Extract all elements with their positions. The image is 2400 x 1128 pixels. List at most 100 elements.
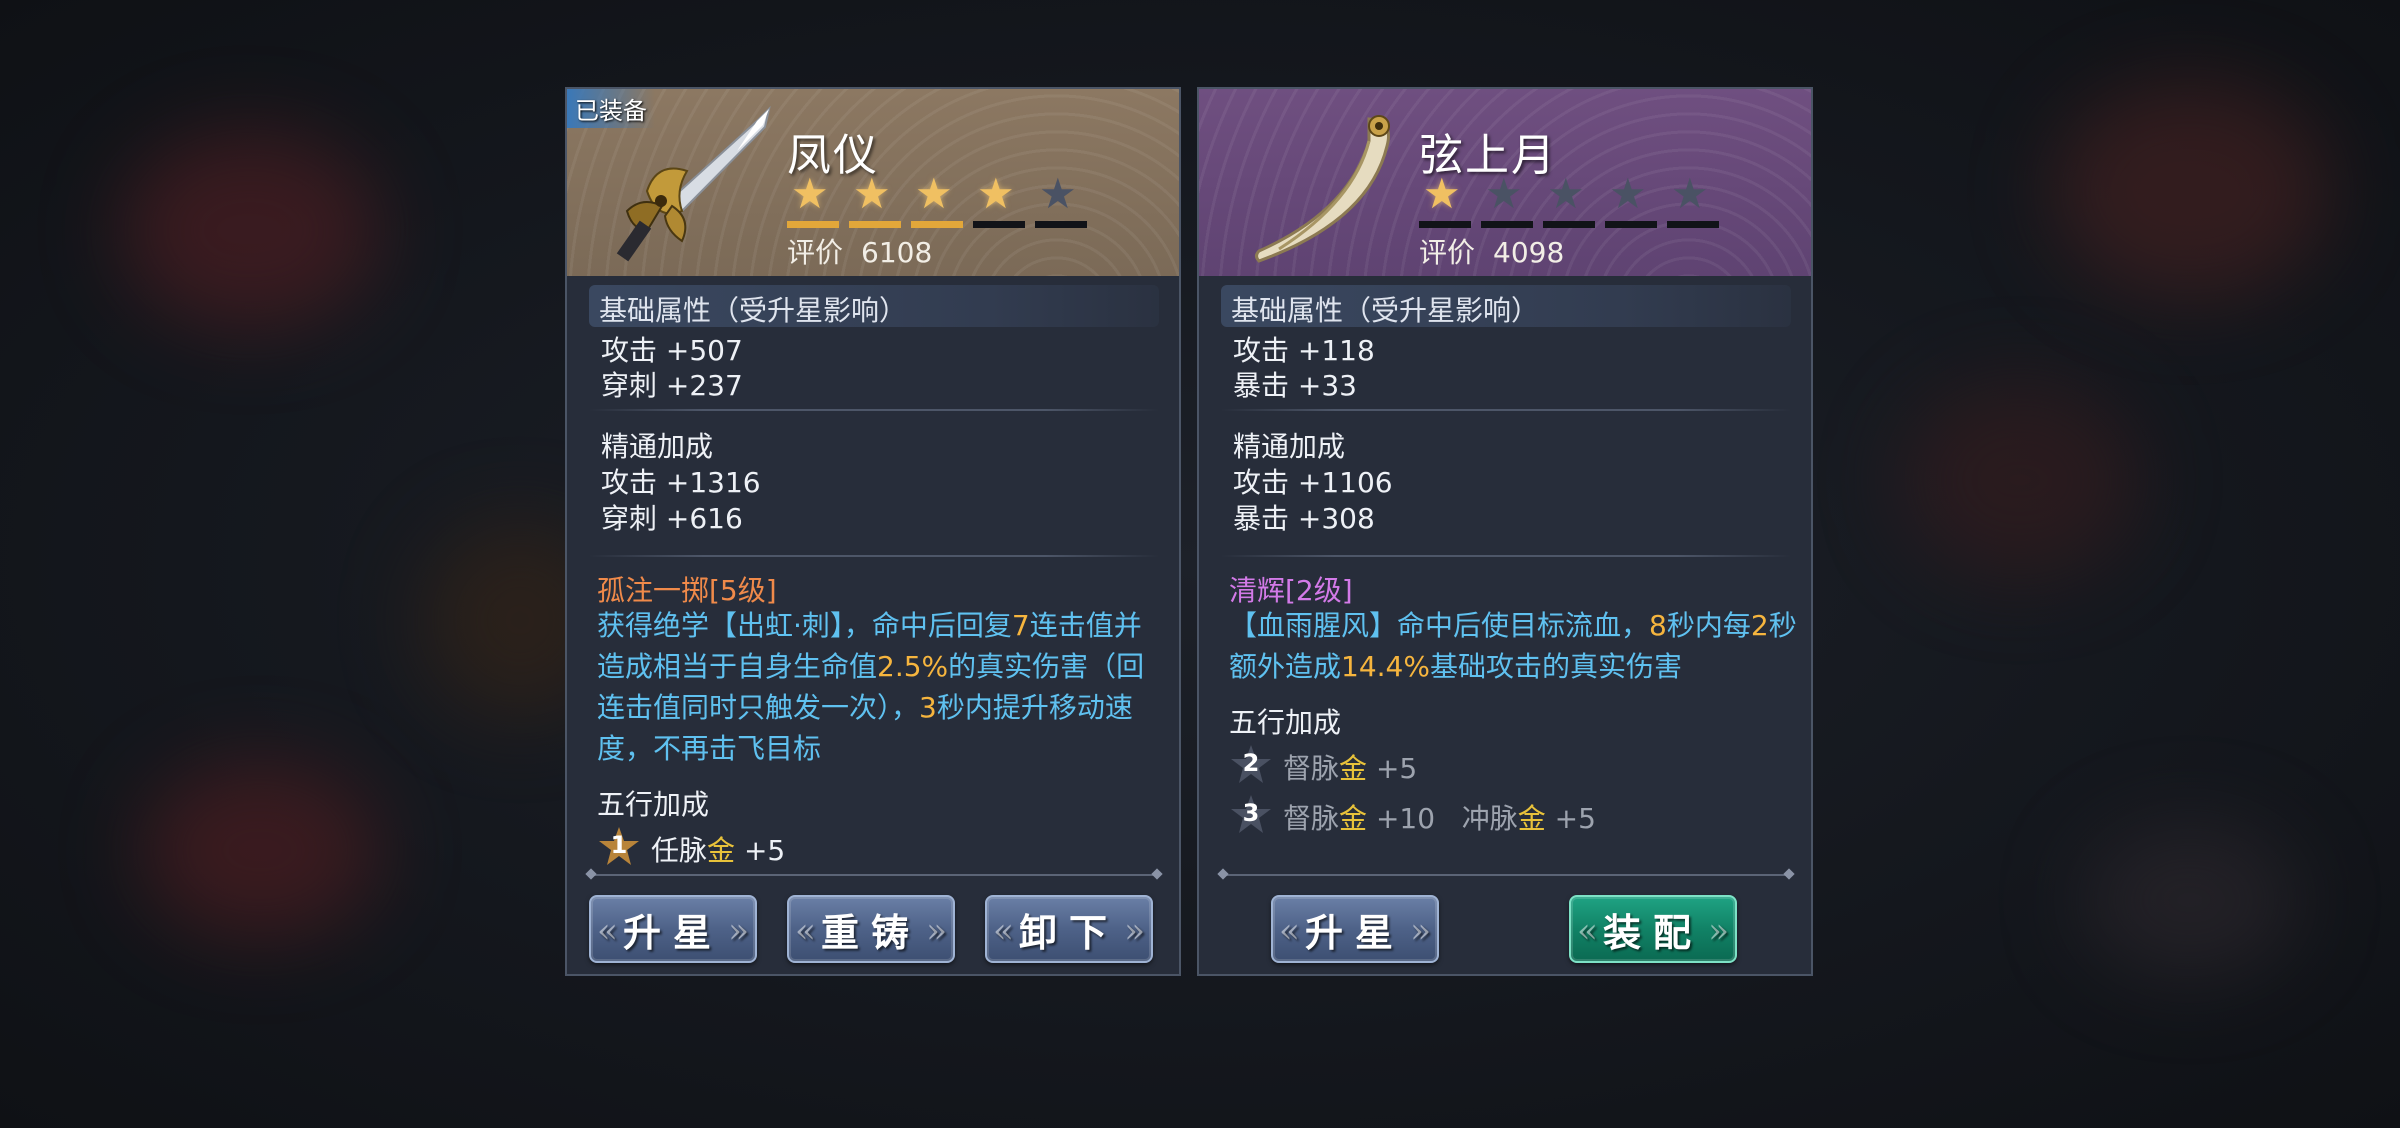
bg-blob [1900,380,2140,580]
star-icon: ★ [1039,169,1077,218]
scroll-divider [589,874,1159,876]
star-icon: ★ [1547,169,1585,218]
star-slot: ★ [1481,171,1535,231]
star-bar [911,221,963,228]
base-attributes-header: 基础属性（受升星影响） [589,285,1159,327]
element: 金 [1339,802,1368,835]
divider [589,555,1159,557]
base-attributes-header: 基础属性（受升星影响） [1221,285,1791,327]
star-bar [1419,221,1471,228]
button-label: 卸下 [1018,909,1119,955]
button-label: 装配 [1602,909,1703,955]
mastery-stat: 穿刺 +616 [601,502,743,535]
button-label: 升星 [1304,909,1405,955]
star-bar [1481,221,1533,228]
star-slot: ★ [849,171,903,231]
star-bar [1035,221,1087,228]
chevron-right-icon: » [1410,911,1431,951]
desc-number: 14.4% [1341,650,1430,683]
badge-number: 3 [1242,799,1260,827]
star-rating: ★ ★ ★ ★ ★ [1419,171,1749,231]
upgrade-star-button[interactable]: «升星» [1271,895,1439,963]
divider [1221,409,1791,411]
star-slot: ★ [1667,171,1721,231]
skill-description: 获得绝学【出虹·刺】，命中后回复7连击值并造成相当于自身生命值2.5%的真实伤害… [597,605,1157,769]
chevron-left-icon: « [597,911,618,951]
meridian: 冲脉 [1461,802,1518,835]
chevron-left-icon: « [1279,911,1300,951]
wuxing-title: 五行加成 [1229,706,1342,739]
desc-number: 2.5% [877,650,949,683]
star-badge: 2 [1229,743,1273,787]
rating-value: 6108 [861,236,933,269]
star-bar [1667,221,1719,228]
chevron-left-icon: « [1577,911,1598,951]
scroll-divider [1221,874,1791,876]
badge-number: 1 [610,831,628,859]
section-title: 基础属性（受升星影响） [599,294,908,327]
badge-number: 2 [1242,749,1260,777]
star-slot: ★ [1419,171,1473,231]
value: +10 [1375,802,1436,835]
skill-description: 【血雨腥风】命中后使目标流血，8秒内每2秒额外造成14.4%基础攻击的真实伤害 [1229,605,1799,687]
button-label: 升星 [622,909,723,955]
mastery-stat: 攻击 +1316 [601,466,761,499]
star-slot: ★ [911,171,965,231]
star-icon: ★ [1485,169,1523,218]
base-stat: 攻击 +507 [601,334,743,367]
chevron-right-icon: » [926,911,947,951]
chevron-left-icon: « [993,911,1014,951]
desc-number: 3 [919,691,937,724]
unequip-button[interactable]: «卸下» [985,895,1153,963]
wuxing-value: 任脉金 +5 [651,829,785,869]
star-bar [849,221,901,228]
crescent-blade-icon [1255,115,1390,263]
reforge-button[interactable]: «重铸» [787,895,955,963]
button-label: 重铸 [820,909,921,955]
star-icon: ★ [853,169,891,218]
rating: 评价 4098 [1419,231,1564,271]
wuxing-title: 五行加成 [597,788,710,821]
star-bar [1543,221,1595,228]
mastery-title: 精通加成 [1233,430,1346,463]
mastery-stat: 攻击 +1106 [1233,466,1393,499]
element: 金 [1517,802,1546,835]
desc-number: 8 [1649,609,1667,642]
star-rating: ★ ★ ★ ★ ★ [787,171,1117,231]
mastery-title: 精通加成 [601,430,714,463]
star-icon: ★ [791,169,829,218]
mastery-stat: 暴击 +308 [1233,502,1375,535]
desc-text: 获得绝学【出虹·刺】，命中后回复 [597,609,1012,642]
rating-value: 4098 [1493,236,1565,269]
star-icon: ★ [1609,169,1647,218]
value: +5 [743,834,786,867]
star-bar [1605,221,1657,228]
star-slot: ★ [1543,171,1597,231]
upgrade-star-button[interactable]: «升星» [589,895,757,963]
star-slot: ★ [1035,171,1089,231]
desc-text: 基础攻击的真实伤害 [1429,650,1682,683]
desc-text: 【血雨腥风】命中后使目标流血， [1229,609,1650,642]
rating-label: 评价 [1419,236,1476,269]
desc-text: 秒内每 [1666,609,1751,642]
meridian: 任脉 [651,834,708,867]
desc-number: 2 [1750,609,1769,642]
star-slot: ★ [787,171,841,231]
chevron-right-icon: » [728,911,749,951]
value: +5 [1375,752,1418,785]
chevron-left-icon: « [795,911,816,951]
star-bar [787,221,839,228]
star-slot: ★ [1605,171,1659,231]
star-icon: ★ [915,169,953,218]
bg-blob [140,760,380,940]
base-stat: 穿刺 +237 [601,369,743,402]
bg-blob [120,130,380,330]
wuxing-value: 督脉金 +5 [1283,747,1417,787]
skill-title: 孤注一掷[5级] [597,574,777,607]
base-stat: 攻击 +118 [1233,334,1375,367]
meridian: 督脉 [1283,802,1340,835]
equipped-tag: 已装备 [567,89,655,128]
equip-button[interactable]: «装配» [1569,895,1737,963]
value: +5 [1554,802,1596,835]
item-header: 弦上月 ★ ★ ★ ★ ★ 评价 4098 [1199,89,1811,276]
